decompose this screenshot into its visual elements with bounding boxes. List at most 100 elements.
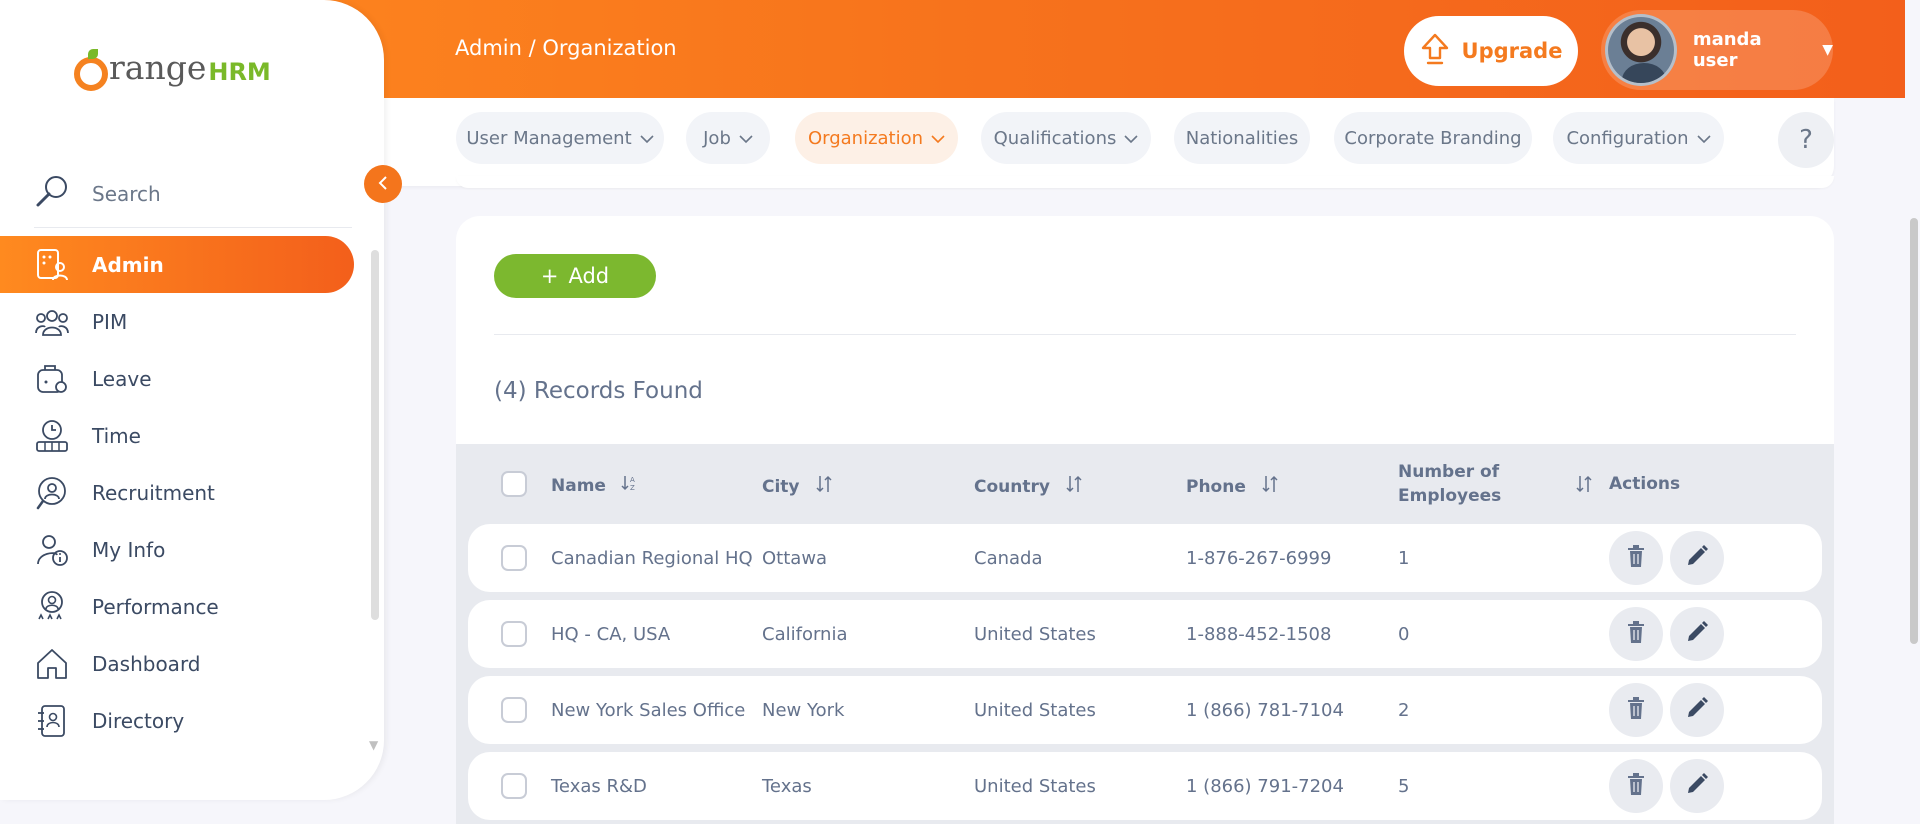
delete-button[interactable] xyxy=(1609,531,1663,585)
sidebar-scrollbar[interactable] xyxy=(371,250,379,620)
tab-label: User Management xyxy=(466,127,632,149)
upgrade-button[interactable]: Upgrade xyxy=(1404,16,1578,86)
header-phone-label: Phone xyxy=(1186,476,1246,497)
tab-label: Job xyxy=(703,127,731,149)
tab-configuration[interactable]: Configuration xyxy=(1553,112,1724,164)
edit-button[interactable] xyxy=(1670,531,1724,585)
tab-organization[interactable]: Organization xyxy=(795,112,958,164)
sidebar-item-recruitment[interactable]: Recruitment xyxy=(0,464,354,521)
cell-phone: 1 (866) 791-7204 xyxy=(1186,775,1344,797)
pencil-icon xyxy=(1685,620,1709,649)
sidebar-search[interactable]: Search xyxy=(34,160,352,228)
header-employees-label-2: Employees xyxy=(1398,486,1502,506)
tab-label: Configuration xyxy=(1566,127,1689,149)
cell-phone: 1-876-267-6999 xyxy=(1186,547,1332,569)
sidebar: range HRM Search Admin PIM Leave Time Re… xyxy=(0,0,384,800)
logo-hrm: HRM xyxy=(208,57,271,86)
chevron-down-icon xyxy=(640,128,654,149)
cell-country: United States xyxy=(974,623,1096,645)
svg-text:Z: Z xyxy=(630,484,635,492)
row-checkbox[interactable] xyxy=(501,676,527,744)
edit-button[interactable] xyxy=(1670,683,1724,737)
user-dropdown[interactable]: manda user ▼ xyxy=(1601,10,1833,90)
tab-qualifications[interactable]: Qualifications xyxy=(981,112,1151,164)
delete-button[interactable] xyxy=(1609,607,1663,661)
collapse-sidebar-button[interactable] xyxy=(364,165,402,203)
header-employees-label-1: Number of xyxy=(1398,462,1500,482)
table-row[interactable]: New York Sales Office New York United St… xyxy=(468,676,1822,744)
tab-label: Nationalities xyxy=(1185,127,1299,149)
breadcrumb: Admin / Organization xyxy=(455,36,677,60)
locations-table: Name AZ City Country Phone Number of Emp… xyxy=(456,444,1834,824)
tab-label: Organization xyxy=(807,127,924,149)
tab-job[interactable]: Job xyxy=(686,112,770,164)
sidebar-item-my-info[interactable]: My Info xyxy=(0,521,354,578)
table-row[interactable]: HQ - CA, USA California United States 1-… xyxy=(468,600,1822,668)
sidebar-item-pim[interactable]: PIM xyxy=(0,293,354,350)
top-nav: User Management Job Organization Qualifi… xyxy=(384,98,1834,186)
logo-orange-icon xyxy=(74,48,108,91)
cell-employees: 1 xyxy=(1398,547,1410,569)
table-row[interactable]: Canadian Regional HQ Ottawa Canada 1-876… xyxy=(468,524,1822,592)
pencil-icon xyxy=(1685,772,1709,801)
my-info-icon xyxy=(34,532,70,568)
sidebar-item-leave[interactable]: Leave xyxy=(0,350,354,407)
sidebar-item-label: Leave xyxy=(92,366,152,391)
cell-employees: 2 xyxy=(1398,699,1410,721)
sort-icon[interactable] xyxy=(814,474,834,499)
tab-user-management[interactable]: User Management xyxy=(456,112,664,164)
trash-icon xyxy=(1626,620,1646,649)
select-all-checkbox[interactable] xyxy=(501,471,527,497)
sidebar-item-label: Time xyxy=(92,423,141,448)
header-phone: Phone xyxy=(1186,474,1280,499)
tab-nationalities[interactable]: Nationalities xyxy=(1174,112,1310,164)
cell-country: Canada xyxy=(974,547,1043,569)
trash-icon xyxy=(1626,544,1646,573)
header-country: Country xyxy=(974,474,1084,499)
cell-employees: 0 xyxy=(1398,623,1410,645)
sidebar-item-performance[interactable]: Performance xyxy=(0,578,354,635)
header-name: Name AZ xyxy=(551,474,638,497)
edit-button[interactable] xyxy=(1670,607,1724,661)
add-label: Add xyxy=(568,264,610,288)
cell-city: Ottawa xyxy=(762,547,828,569)
cell-name: Canadian Regional HQ xyxy=(551,547,753,569)
edit-button[interactable] xyxy=(1670,759,1724,813)
cell-country: United States xyxy=(974,775,1096,797)
sort-employees-icon[interactable] xyxy=(1574,474,1594,494)
tab-corporate-branding[interactable]: Corporate Branding xyxy=(1334,112,1532,164)
header-country-label: Country xyxy=(974,476,1050,497)
sidebar-item-label: My Info xyxy=(92,537,166,562)
performance-icon xyxy=(34,589,70,625)
row-checkbox[interactable] xyxy=(501,752,527,820)
cell-city: California xyxy=(762,623,848,645)
trash-icon xyxy=(1626,772,1646,801)
sidebar-item-directory[interactable]: Directory xyxy=(0,692,354,749)
delete-button[interactable] xyxy=(1609,683,1663,737)
chevron-down-icon xyxy=(931,128,945,149)
row-checkbox[interactable] xyxy=(501,524,527,592)
cell-phone: 1-888-452-1508 xyxy=(1186,623,1332,645)
sort-icon[interactable] xyxy=(1260,474,1280,499)
page-scrollbar[interactable] xyxy=(1910,218,1918,644)
chevron-down-icon xyxy=(1124,128,1138,149)
add-button[interactable]: + Add xyxy=(494,254,656,298)
row-checkbox[interactable] xyxy=(501,600,527,668)
delete-button[interactable] xyxy=(1609,759,1663,813)
admin-icon xyxy=(34,247,70,283)
sort-icon[interactable] xyxy=(1064,474,1084,499)
logo-text: range xyxy=(109,48,207,87)
cell-country: United States xyxy=(974,699,1096,721)
header-city: City xyxy=(762,474,834,499)
plus-icon: + xyxy=(540,264,559,288)
table-row[interactable]: Texas R&D Texas United States 1 (866) 79… xyxy=(468,752,1822,820)
time-icon xyxy=(34,418,70,454)
sidebar-item-admin[interactable]: Admin xyxy=(0,236,354,293)
sidebar-item-time[interactable]: Time xyxy=(0,407,354,464)
sidebar-item-dashboard[interactable]: Dashboard xyxy=(0,635,354,692)
svg-text:A: A xyxy=(630,476,635,484)
sort-az-icon[interactable]: AZ xyxy=(620,474,638,497)
scroll-down-arrow-icon[interactable]: ▼ xyxy=(369,738,378,752)
sidebar-item-label: Recruitment xyxy=(92,480,215,505)
help-button[interactable]: ? xyxy=(1778,112,1834,168)
